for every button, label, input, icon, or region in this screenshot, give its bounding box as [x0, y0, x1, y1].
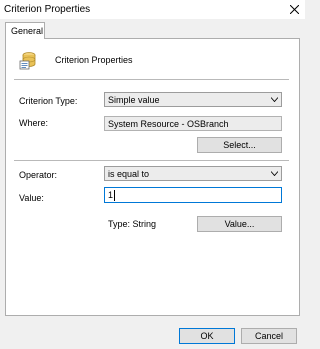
value-input-text: 1: [108, 190, 114, 200]
value-input[interactable]: 1: [104, 187, 282, 203]
title-bar: Criterion Properties: [0, 0, 305, 19]
tab-general[interactable]: General: [5, 22, 45, 39]
chevron-down-icon: [271, 97, 278, 102]
where-value: System Resource - OSBranch: [108, 119, 229, 129]
type-label: Type: String: [108, 219, 157, 229]
value-label: Value:: [19, 193, 44, 203]
operator-label: Operator:: [19, 170, 58, 180]
operator-dropdown[interactable]: is equal to: [104, 166, 282, 181]
chevron-down-icon: [271, 171, 278, 176]
operator-value: is equal to: [108, 169, 150, 179]
where-label: Where:: [19, 118, 49, 128]
separator: [14, 79, 289, 80]
criterion-type-dropdown[interactable]: Simple value: [104, 92, 282, 107]
cancel-button[interactable]: Cancel: [241, 328, 297, 344]
close-icon: [289, 5, 299, 14]
window-title: Criterion Properties: [4, 4, 91, 15]
criterion-type-value: Simple value: [108, 95, 160, 105]
tab-general-label: General: [11, 26, 44, 36]
header-label: Criterion Properties: [55, 55, 133, 65]
criterion-type-label: Criterion Type:: [19, 96, 78, 106]
text-caret: [114, 190, 115, 201]
where-field: System Resource - OSBranch: [104, 116, 282, 131]
close-button[interactable]: [283, 0, 305, 19]
value-button[interactable]: Value...: [197, 216, 282, 232]
criterion-properties-icon: [19, 52, 36, 70]
separator: [14, 160, 289, 161]
ok-button[interactable]: OK: [179, 328, 235, 344]
select-button[interactable]: Select...: [197, 137, 282, 153]
